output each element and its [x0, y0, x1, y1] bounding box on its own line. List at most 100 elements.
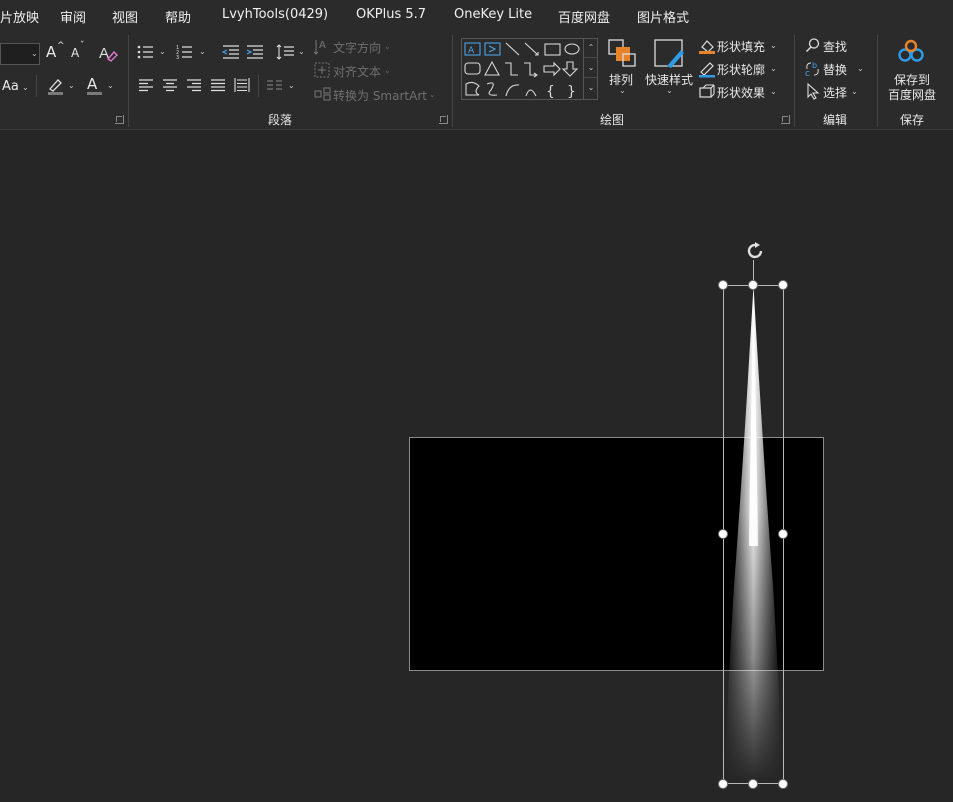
- resize-handle-bottom[interactable]: [748, 779, 758, 789]
- quick-styles-icon: [654, 39, 684, 68]
- gallery-down-icon[interactable]: ⌄: [584, 58, 598, 78]
- tab-review[interactable]: 审阅: [60, 7, 86, 26]
- svg-text:{: {: [546, 84, 555, 100]
- divider: [258, 75, 259, 97]
- resize-handle-bottom-left[interactable]: [718, 779, 728, 789]
- chevron-down-icon: ⌄: [666, 86, 673, 95]
- tab-okplus[interactable]: OKPlus 5.7: [356, 7, 426, 22]
- chevron-down-icon: ⌄: [107, 81, 114, 90]
- svg-text:3: 3: [176, 55, 179, 60]
- rotation-stem: [753, 260, 754, 282]
- line-spacing-icon[interactable]: [276, 43, 296, 61]
- columns-icon[interactable]: [266, 79, 284, 91]
- convert-smartart-button[interactable]: 转换为 SmartArt: [333, 87, 427, 104]
- chevron-down-icon: ⌄: [857, 64, 864, 73]
- ribbon-tab-bar: 片放映 审阅 视图 帮助 LvyhTools(0429) OKPlus 5.7 …: [0, 0, 953, 31]
- tab-picture-format[interactable]: 图片格式: [637, 7, 689, 26]
- tab-help[interactable]: 帮助: [165, 7, 191, 26]
- resize-handle-top-right[interactable]: [778, 280, 788, 290]
- bullets-icon[interactable]: [137, 44, 155, 60]
- paragraph-group-label: 段落: [268, 113, 293, 127]
- divider: [36, 75, 37, 97]
- align-text-button[interactable]: 对齐文本: [333, 63, 381, 80]
- increase-indent-icon[interactable]: [246, 44, 264, 60]
- clear-formatting-icon[interactable]: A: [98, 43, 118, 63]
- font-size-box[interactable]: ⌄: [0, 43, 40, 65]
- tab-view[interactable]: 视图: [112, 7, 138, 26]
- numbering-icon[interactable]: 123: [176, 44, 194, 60]
- grow-font-icon: ^: [57, 41, 65, 51]
- shapes-gallery[interactable]: A { } ⌃ ⌄ ⌄: [461, 38, 598, 100]
- chevron-down-icon: ⌄: [770, 64, 777, 73]
- drawing-group-label: 绘图: [600, 113, 625, 127]
- chevron-down-icon: ⌄: [770, 87, 777, 96]
- shape-fill-button[interactable]: 形状填充: [717, 38, 765, 55]
- align-left-icon[interactable]: [138, 78, 154, 92]
- text-direction-icon: A: [314, 40, 326, 55]
- svg-text:}: }: [567, 84, 576, 100]
- svg-text:A: A: [468, 46, 475, 56]
- shape-fill-icon: [699, 40, 715, 54]
- find-button[interactable]: 查找: [823, 38, 847, 55]
- svg-text:A: A: [319, 40, 326, 51]
- shapes-gallery-grid: A { }: [464, 42, 580, 100]
- chevron-down-icon: ⌄: [159, 47, 166, 56]
- chevron-down-icon: ⌄: [31, 49, 38, 58]
- smartart-icon: [314, 87, 331, 101]
- group-divider: [877, 35, 878, 127]
- grow-font-button[interactable]: A: [46, 43, 56, 61]
- chevron-down-icon: ⌄: [68, 81, 75, 90]
- save-group-label: 保存: [900, 113, 925, 127]
- chevron-down-icon: ⌄: [298, 47, 305, 56]
- align-center-icon[interactable]: [162, 78, 178, 92]
- slide-canvas[interactable]: [0, 131, 953, 802]
- font-color-button[interactable]: A: [87, 75, 97, 93]
- resize-handle-bottom-right[interactable]: [778, 779, 788, 789]
- chevron-down-icon: ⌄: [384, 42, 391, 51]
- chevron-down-icon: ⌄: [199, 47, 206, 56]
- shrink-font-icon: ˇ: [80, 41, 85, 51]
- resize-handle-top[interactable]: [748, 280, 758, 290]
- select-button[interactable]: 选择: [823, 84, 847, 101]
- resize-handle-right[interactable]: [778, 529, 788, 539]
- shape-effects-icon: [699, 84, 715, 98]
- select-cursor-icon: [807, 83, 820, 100]
- rotate-handle-icon[interactable]: [744, 240, 766, 262]
- justify-icon[interactable]: [210, 78, 226, 92]
- gallery-scroll[interactable]: ⌃ ⌄ ⌄: [583, 38, 598, 100]
- shape-outline-button[interactable]: 形状轮廓: [717, 61, 765, 78]
- shape-outline-icon: [699, 62, 715, 78]
- gallery-more-icon[interactable]: ⌄: [584, 78, 598, 98]
- drawing-dialog-launcher[interactable]: [781, 115, 790, 124]
- distributed-icon[interactable]: [234, 77, 250, 93]
- editing-group-label: 编辑: [823, 113, 848, 127]
- selection-box: [723, 285, 784, 784]
- tab-lvyhtools[interactable]: LvyhTools(0429): [222, 7, 328, 22]
- save-to-netdisk-line2[interactable]: 百度网盘: [888, 86, 936, 103]
- change-case-button[interactable]: Aa: [2, 79, 19, 94]
- highlighter-icon[interactable]: [46, 76, 66, 96]
- replace-button[interactable]: 替换: [823, 61, 847, 78]
- font-dialog-launcher[interactable]: [115, 115, 124, 124]
- group-divider: [452, 35, 453, 127]
- tab-onekey-lite[interactable]: OneKey Lite: [454, 7, 532, 22]
- svg-text:b: b: [812, 61, 817, 70]
- gallery-up-icon[interactable]: ⌃: [584, 38, 598, 58]
- align-right-icon[interactable]: [186, 78, 202, 92]
- text-direction-button[interactable]: 文字方向: [333, 39, 381, 56]
- shrink-font-button[interactable]: A: [71, 46, 79, 60]
- chevron-down-icon: ⌄: [288, 81, 295, 90]
- tab-baidu-netdisk[interactable]: 百度网盘: [558, 7, 610, 26]
- resize-handle-left[interactable]: [718, 529, 728, 539]
- decrease-indent-icon[interactable]: [222, 44, 240, 60]
- shape-effects-button[interactable]: 形状效果: [717, 84, 765, 101]
- group-divider: [128, 35, 129, 127]
- chevron-down-icon: ⌄: [384, 66, 391, 75]
- chevron-down-icon: ⌄: [429, 90, 436, 99]
- paragraph-dialog-launcher[interactable]: [439, 115, 448, 124]
- resize-handle-top-left[interactable]: [718, 280, 728, 290]
- arrange-icon: [608, 39, 636, 67]
- group-divider: [794, 35, 795, 127]
- tab-slideshow[interactable]: 片放映: [0, 7, 39, 26]
- ribbon: ⌄ A ^ A ˇ A Aa ⌄ ⌄ A ⌄ ⌄ 123 ⌄ ⌄ ⌄ A 文字方…: [0, 31, 953, 130]
